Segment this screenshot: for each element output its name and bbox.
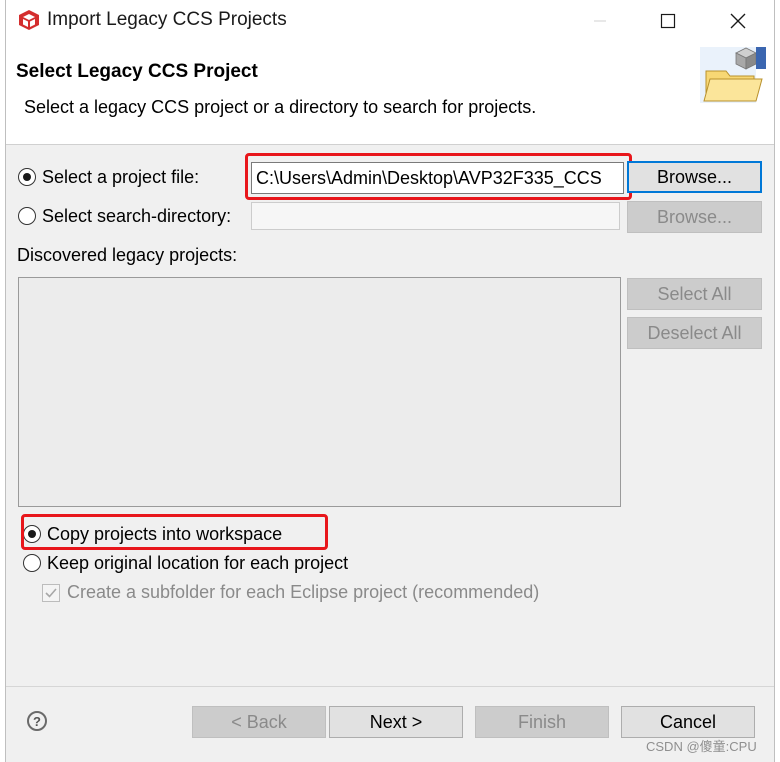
search-directory-label: Select search-directory: (42, 206, 232, 226)
wizard-banner: Select Legacy CCS Project Select a legac… (6, 41, 774, 145)
page-description: Select a legacy CCS project or a directo… (24, 97, 537, 117)
page-title: Select Legacy CCS Project (16, 61, 258, 82)
project-file-input[interactable]: C:\Users\Admin\Desktop\AVP32F335_CCS (251, 162, 624, 194)
import-dialog: Import Legacy CCS Projects Select Legacy… (5, 0, 775, 762)
import-folder-icon (700, 47, 766, 103)
keep-original-location-label: Keep original location for each project (47, 553, 349, 573)
footer-separator (6, 686, 774, 687)
cancel-button[interactable]: Cancel (621, 706, 755, 738)
minimize-button[interactable] (577, 0, 623, 41)
maximize-button[interactable] (645, 0, 691, 41)
keep-original-location-radio[interactable] (23, 554, 41, 572)
project-file-radio[interactable] (18, 168, 36, 186)
close-icon (730, 13, 746, 28)
create-subfolder-label: Create a subfolder for each Eclipse proj… (67, 582, 540, 602)
project-file-label: Select a project file: (42, 167, 200, 187)
title-bar: Import Legacy CCS Projects (6, 0, 774, 41)
app-logo-icon (19, 10, 39, 30)
create-subfolder-checkbox[interactable] (42, 584, 60, 602)
minimize-icon (594, 20, 606, 21)
window-title: Import Legacy CCS Projects (47, 9, 287, 30)
watermark-text: CSDN @傻童:CPU (646, 739, 757, 754)
copy-into-workspace-label: Copy projects into workspace (47, 524, 283, 544)
deselect-all-button[interactable]: Deselect All (627, 317, 762, 349)
copy-into-workspace-radio[interactable] (23, 525, 41, 543)
back-button[interactable]: < Back (192, 706, 326, 738)
discovered-projects-label: Discovered legacy projects: (17, 245, 238, 265)
search-directory-radio[interactable] (18, 207, 36, 225)
close-button[interactable] (715, 0, 761, 41)
checkmark-icon (45, 588, 57, 598)
select-all-button[interactable]: Select All (627, 278, 762, 310)
help-icon[interactable]: ? (27, 711, 47, 731)
search-directory-input[interactable] (251, 202, 620, 230)
browse-search-directory-button[interactable]: Browse... (627, 201, 762, 233)
maximize-icon (660, 13, 676, 28)
next-button[interactable]: Next > (329, 706, 463, 738)
browse-project-file-button[interactable]: Browse... (627, 161, 762, 193)
finish-button[interactable]: Finish (475, 706, 609, 738)
discovered-projects-list[interactable] (18, 277, 621, 507)
